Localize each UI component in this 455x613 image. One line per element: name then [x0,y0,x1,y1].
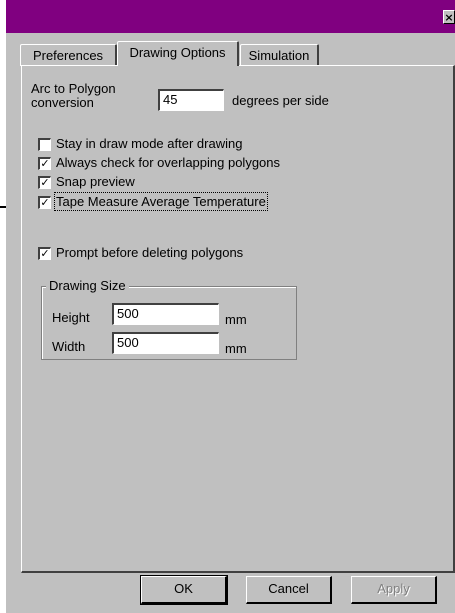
width-input[interactable]: 500 [112,332,219,354]
prompt-before-deleting-label: Prompt before deleting polygons [56,245,244,260]
check-overlapping-label: Always check for overlapping polygons [56,155,281,170]
snap-preview-label: Snap preview [56,174,135,189]
height-label: Height [52,310,90,325]
width-units-label: mm [225,341,247,356]
checkbox-snap-preview[interactable]: ✓ [38,176,51,189]
arc-to-polygon-label: Arc to Polygon conversion [31,81,116,110]
height-input[interactable]: 500 [112,303,219,325]
checkbox-tape-measure-average-temperature[interactable]: ✓ [38,196,51,209]
arc-units-label: degrees per side [232,93,329,108]
checkbox-stay-in-draw-mode[interactable] [38,138,51,151]
arc-degrees-input[interactable]: 45 [158,89,224,111]
drawing-options-dialog: × Preferences Drawing Options Simulation… [6,0,455,613]
drawing-size-title: Drawing Size [46,278,129,293]
tape-measure-average-temperature-label: Tape Measure Average Temperature [54,192,268,211]
checkbox-check-overlapping[interactable]: ✓ [38,157,51,170]
height-units-label: mm [225,312,247,327]
stay-in-draw-mode-label: Stay in draw mode after drawing [56,136,243,151]
checkbox-prompt-before-deleting[interactable]: ✓ [38,247,51,260]
width-label: Width [52,339,86,354]
